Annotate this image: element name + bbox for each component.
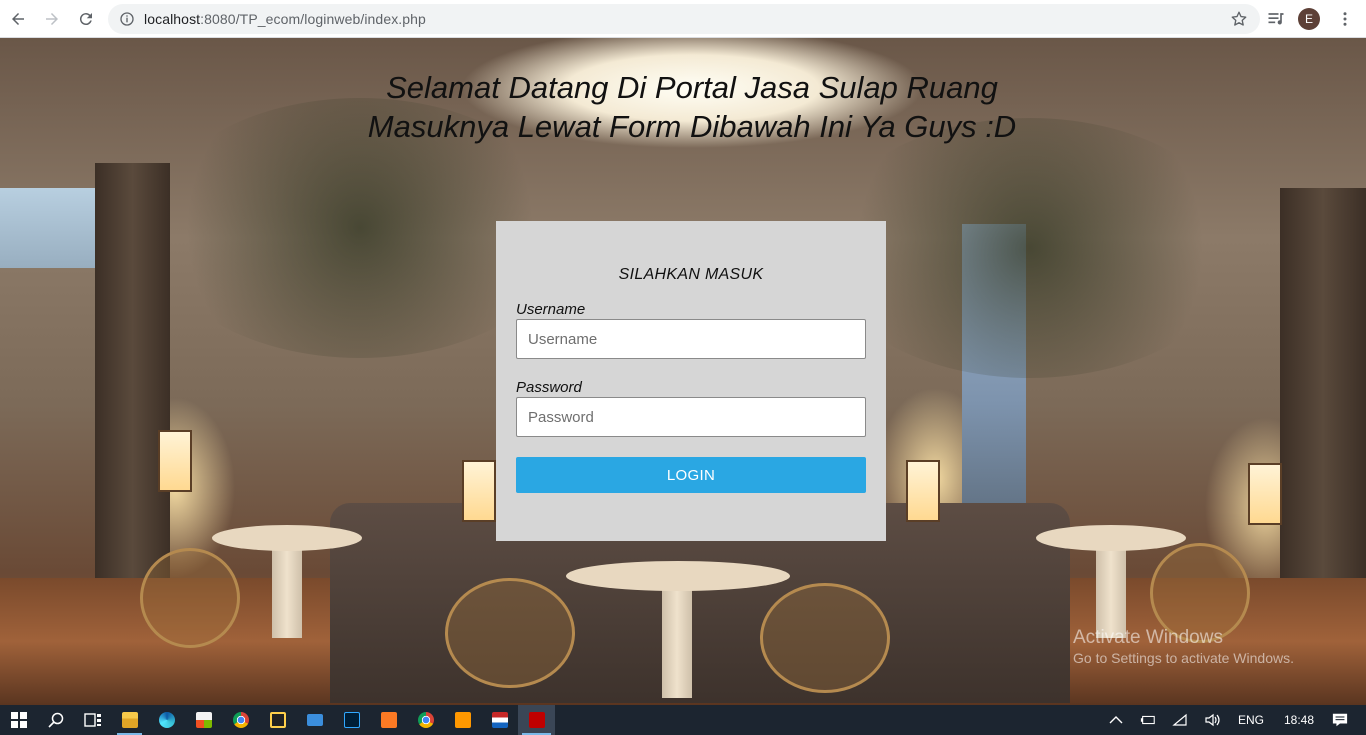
bg-chair — [140, 548, 240, 648]
kebab-menu-icon[interactable] — [1336, 10, 1354, 28]
url-text: localhost:8080/TP_ecom/loginweb/index.ph… — [144, 11, 426, 27]
edge-icon — [158, 712, 175, 728]
page-title-line-2: Masuknya Lewat Form Dibawah Ini Ya Guys … — [367, 109, 1017, 144]
bg-chair — [445, 578, 575, 688]
login-heading: SILAHKAN MASUK — [618, 266, 764, 283]
page-title-line-1: Selamat Datang Di Portal Jasa Sulap Ruan… — [386, 70, 998, 105]
sublime-icon — [454, 712, 471, 728]
bg-pillar-right — [1280, 188, 1366, 588]
star-icon[interactable] — [1230, 10, 1248, 28]
media-queue-icon[interactable] — [1266, 9, 1286, 29]
browser-toolbar: localhost:8080/TP_ecom/loginweb/index.ph… — [0, 0, 1366, 38]
taskbar: ENG 18:48 — [0, 705, 1366, 735]
search-icon — [47, 712, 63, 728]
back-button[interactable] — [2, 3, 34, 35]
clock[interactable]: 18:48 — [1284, 713, 1314, 727]
notification-center-icon[interactable] — [1332, 712, 1348, 728]
profile-avatar[interactable]: E — [1298, 8, 1320, 30]
store-icon — [195, 712, 212, 728]
taskbar-chrome[interactable] — [222, 705, 259, 735]
bg-table — [1036, 525, 1186, 551]
wifi-icon[interactable] — [1172, 712, 1188, 728]
taskbar-edge[interactable] — [148, 705, 185, 735]
battery-icon[interactable] — [1140, 712, 1156, 728]
taskbar-mail[interactable] — [296, 705, 333, 735]
page-title: Selamat Datang Di Portal Jasa Sulap Ruan… — [0, 68, 1366, 146]
activate-windows-watermark: Activate Windows Go to Settings to activ… — [1073, 627, 1294, 666]
username-label: Username — [516, 301, 586, 318]
bg-lamp — [906, 460, 940, 522]
taskbar-filezilla[interactable] — [518, 705, 555, 735]
filezilla-icon — [528, 712, 545, 728]
tray-chevron-up-icon[interactable] — [1108, 712, 1124, 728]
watermark-subtitle: Go to Settings to activate Windows. — [1073, 650, 1294, 666]
reload-icon — [79, 12, 92, 25]
file-explorer-icon — [121, 712, 138, 728]
taskbar-sublime[interactable] — [444, 705, 481, 735]
taskbar-xampp[interactable] — [370, 705, 407, 735]
username-input[interactable] — [516, 319, 866, 359]
login-button[interactable]: LOGIN — [516, 457, 866, 493]
taskbar-flag-app[interactable] — [481, 705, 518, 735]
bg-lamp — [462, 460, 496, 522]
login-form: SILAHKAN MASUK Username Password LOGIN — [496, 221, 886, 541]
mail-icon — [306, 714, 323, 726]
media-player-icon — [269, 712, 286, 728]
bg-table — [566, 561, 790, 591]
page-body: Selamat Datang Di Portal Jasa Sulap Ruan… — [0, 38, 1366, 705]
system-tray: ENG 18:48 — [1100, 705, 1366, 735]
watermark-title: Activate Windows — [1073, 627, 1223, 648]
taskbar-photoshop[interactable] — [333, 705, 370, 735]
password-input[interactable] — [516, 397, 866, 437]
bg-table — [212, 525, 362, 551]
start-button[interactable] — [0, 705, 37, 735]
bg-lamp — [1248, 463, 1282, 525]
bg-chair — [760, 583, 890, 693]
task-view-icon — [83, 713, 101, 727]
forward-button[interactable] — [36, 3, 68, 35]
flag-app-icon — [491, 712, 508, 728]
bg-table-leg — [662, 578, 692, 698]
bg-window-left — [0, 188, 95, 268]
task-view-button[interactable] — [74, 705, 111, 735]
bg-lamp — [158, 430, 192, 492]
info-icon[interactable] — [119, 11, 135, 27]
password-label: Password — [516, 379, 582, 396]
search-button[interactable] — [37, 705, 74, 735]
taskbar-chrome-2[interactable] — [407, 705, 444, 735]
start-icon — [10, 712, 27, 728]
back-arrow-icon — [12, 12, 24, 25]
taskbar-store[interactable] — [185, 705, 222, 735]
forward-arrow-icon — [46, 12, 58, 25]
taskbar-media-player[interactable] — [259, 705, 296, 735]
address-bar[interactable]: localhost:8080/TP_ecom/loginweb/index.ph… — [108, 4, 1260, 34]
xampp-icon — [380, 712, 397, 728]
volume-icon[interactable] — [1204, 712, 1220, 728]
bg-table-leg — [272, 538, 302, 638]
bg-table-leg — [1096, 538, 1126, 638]
photoshop-icon — [343, 712, 360, 728]
chrome-icon — [232, 712, 249, 728]
taskbar-file-explorer[interactable] — [111, 705, 148, 735]
reload-button[interactable] — [70, 3, 102, 35]
toolbar-right: E — [1266, 0, 1366, 38]
language-indicator[interactable]: ENG — [1238, 713, 1264, 727]
chrome-alt-icon — [417, 712, 434, 728]
